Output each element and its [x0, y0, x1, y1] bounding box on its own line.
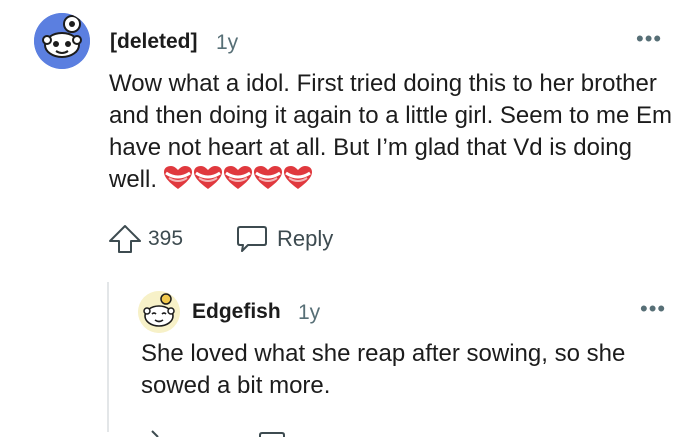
snoo-avatar-icon — [138, 291, 180, 333]
reply-button[interactable] — [236, 224, 268, 254]
reply-label[interactable]: Reply — [277, 226, 333, 252]
upvote-button[interactable] — [108, 224, 142, 254]
upvote-arrow-icon — [151, 430, 159, 438]
reply-author[interactable]: Edgefish — [192, 300, 281, 324]
comment-bubble-icon — [259, 432, 285, 437]
more-options-icon[interactable]: ••• — [636, 26, 662, 52]
comment-bubble-icon — [237, 226, 267, 252]
heart-emoji-group — [163, 164, 314, 200]
vote-count: 395 — [148, 227, 184, 250]
upvote-arrow-icon — [109, 225, 141, 253]
more-options-icon[interactable]: ••• — [640, 296, 666, 322]
reply-age: 1y — [298, 301, 321, 324]
comment-age: 1y — [216, 31, 239, 54]
user-avatar[interactable] — [138, 291, 180, 333]
comment-author[interactable]: [deleted] — [110, 30, 198, 54]
reply-button[interactable] — [258, 424, 286, 437]
reply-body: She loved what she reap after sowing, so… — [141, 340, 626, 399]
user-avatar[interactable] — [34, 13, 90, 69]
upvote-button[interactable] — [138, 424, 166, 438]
snoo-avatar-icon — [34, 13, 90, 69]
thread-line[interactable] — [107, 282, 109, 432]
heart-emoji-icon — [164, 164, 314, 191]
comment-body: Wow what a idol. First tried doing this … — [109, 68, 679, 200]
